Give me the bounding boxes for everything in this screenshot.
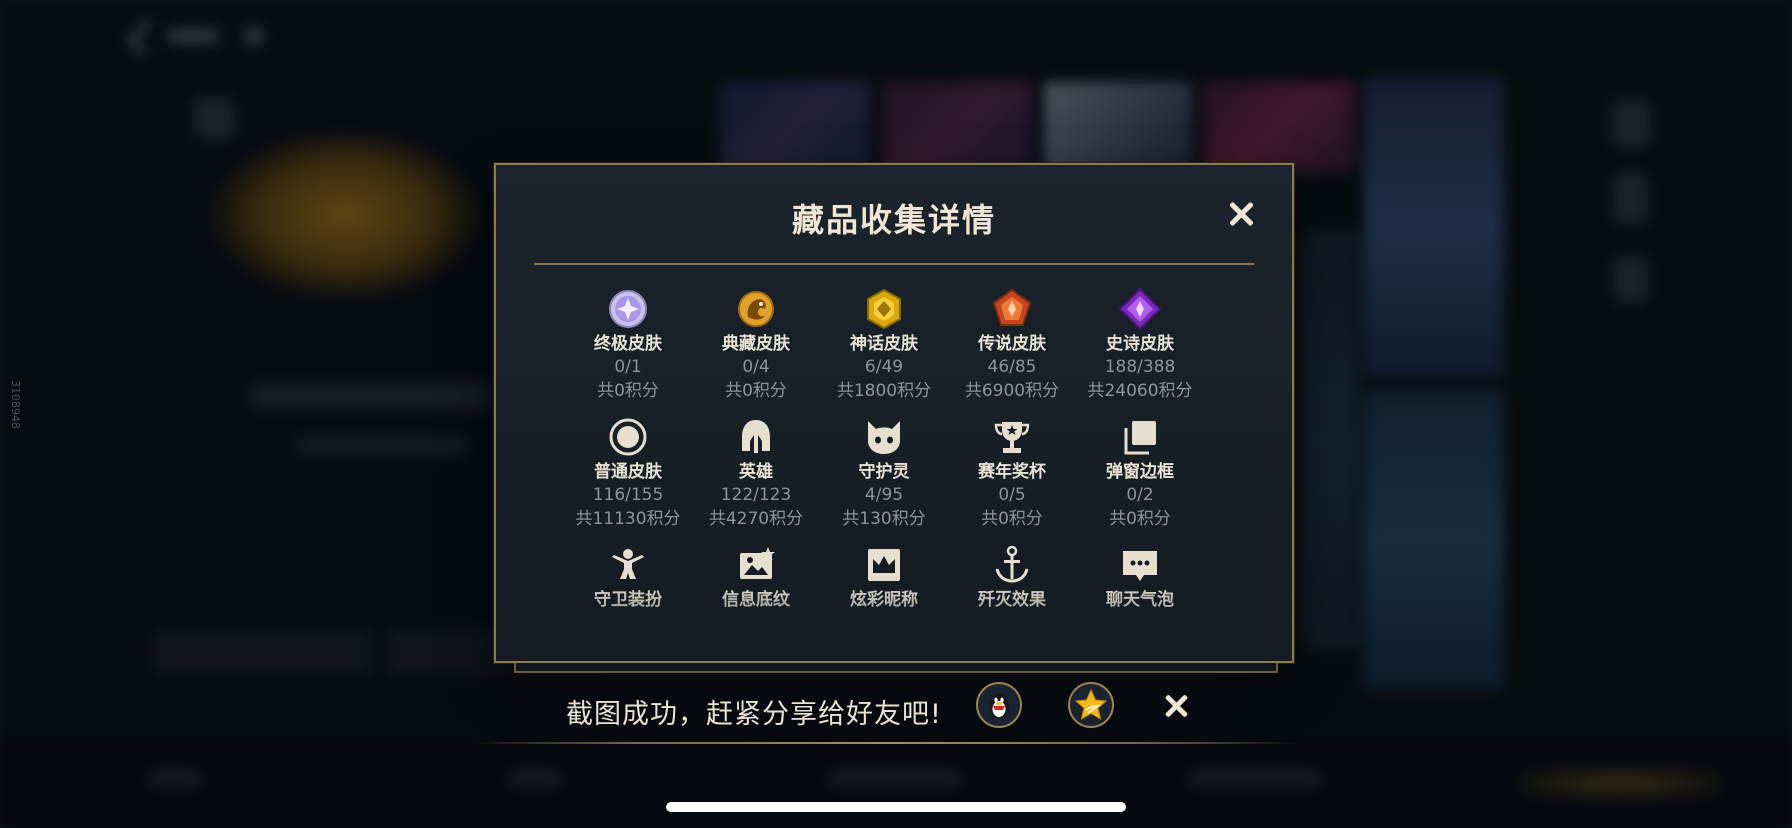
home-indicator[interactable] — [666, 802, 1126, 812]
legend-skin-icon — [992, 288, 1032, 326]
normal-skin-icon — [609, 418, 647, 456]
qq-penguin-icon — [989, 694, 1009, 718]
info-background-icon — [740, 547, 775, 579]
collection-item-mythic[interactable]: 神话皮肤 6/49 共1800积分 — [820, 287, 948, 403]
collection-item-normal-skin[interactable]: 普通皮肤 116/155 共11130积分 — [564, 415, 692, 531]
mythic-skin-icon — [867, 288, 901, 330]
season-trophy-icon — [994, 422, 1030, 453]
dialog-close-button[interactable] — [1226, 199, 1256, 229]
share-qzone-button[interactable] — [1068, 682, 1114, 728]
collection-item-ultimate[interactable]: 终极皮肤 0/1 共0积分 — [564, 287, 692, 403]
chat-bubble-icon — [1123, 551, 1157, 581]
hero-helmet-icon — [742, 420, 770, 453]
collection-item-collector[interactable]: 典藏皮肤 0/4 共0积分 — [692, 287, 820, 403]
screenshot-share-toast: 截图成功，赶紧分享给好友吧! — [470, 674, 1300, 744]
dialog-base-frame — [514, 663, 1278, 673]
toast-message: 截图成功，赶紧分享给好友吧! — [566, 699, 942, 730]
dialog-title: 藏品收集详情 — [791, 201, 996, 239]
toast-close-button[interactable] — [1162, 692, 1190, 720]
title-divider — [534, 263, 1254, 265]
collector-skin-icon — [738, 291, 774, 327]
popup-frame-icon — [1124, 421, 1156, 455]
collection-item-kill-effect[interactable]: 歼灭效果 — [948, 543, 1076, 611]
share-qq-button[interactable] — [976, 682, 1022, 728]
collection-item-popup-frame[interactable]: 弹窗边框 0/2 共0积分 — [1076, 415, 1204, 531]
guardian-spirit-icon — [868, 421, 900, 454]
guard-outfit-icon — [612, 549, 644, 579]
epic-skin-icon — [1118, 287, 1162, 331]
collection-details-dialog: 藏品收集详情 终极皮肤 0/1 共0积分 典藏皮肤 0/4 共0积分 神话皮肤 … — [494, 163, 1294, 663]
collection-item-nickname[interactable]: 炫彩昵称 — [820, 543, 948, 611]
collection-item-trophy[interactable]: 赛年奖杯 0/5 共0积分 — [948, 415, 1076, 531]
collection-item-hero[interactable]: 英雄 122/123 共4270积分 — [692, 415, 820, 531]
collection-item-epic[interactable]: 史诗皮肤 188/388 共24060积分 — [1076, 287, 1204, 403]
side-id-text: 3108948 — [9, 380, 22, 429]
collection-item-guard-outfit[interactable]: 守卫装扮 — [564, 543, 692, 611]
colorful-nickname-icon — [868, 549, 900, 581]
qzone-star-icon — [1074, 688, 1108, 721]
kill-effect-icon — [995, 545, 1029, 583]
collection-item-info-background[interactable]: 信息底纹 — [692, 543, 820, 611]
collection-item-chat-bubble[interactable]: 聊天气泡 — [1076, 543, 1204, 611]
collection-item-guardian[interactable]: 守护灵 4/95 共130积分 — [820, 415, 948, 531]
ultimate-skin-icon — [609, 290, 647, 328]
collection-item-legend[interactable]: 传说皮肤 46/85 共6900积分 — [948, 287, 1076, 403]
